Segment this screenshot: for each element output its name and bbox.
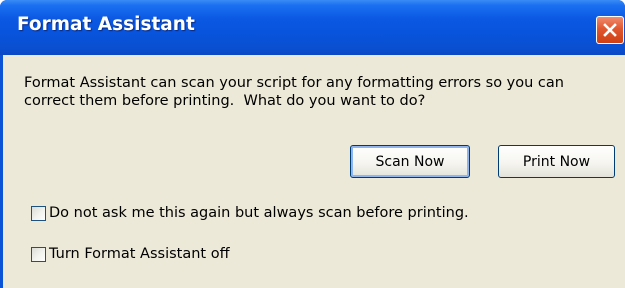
turn-off-checkbox[interactable] [31,247,46,262]
close-button[interactable] [596,16,624,44]
dialog-message: Format Assistant can scan your script fo… [24,75,569,109]
always-scan-checkbox[interactable] [31,206,46,221]
dialog-title: Format Assistant [17,14,195,35]
turn-off-option[interactable]: Turn Format Assistant off [31,246,230,263]
always-scan-option[interactable]: Do not ask me this again but always scan… [31,205,469,222]
turn-off-label[interactable]: Turn Format Assistant off [49,246,230,263]
always-scan-label[interactable]: Do not ask me this again but always scan… [49,205,469,222]
print-now-button[interactable]: Print Now [498,145,615,178]
title-bar[interactable]: Format Assistant [0,0,625,55]
scan-now-button[interactable]: Scan Now [350,145,470,178]
close-icon [603,23,617,37]
format-assistant-dialog: Format Assistant Format Assistant can sc… [0,0,625,288]
